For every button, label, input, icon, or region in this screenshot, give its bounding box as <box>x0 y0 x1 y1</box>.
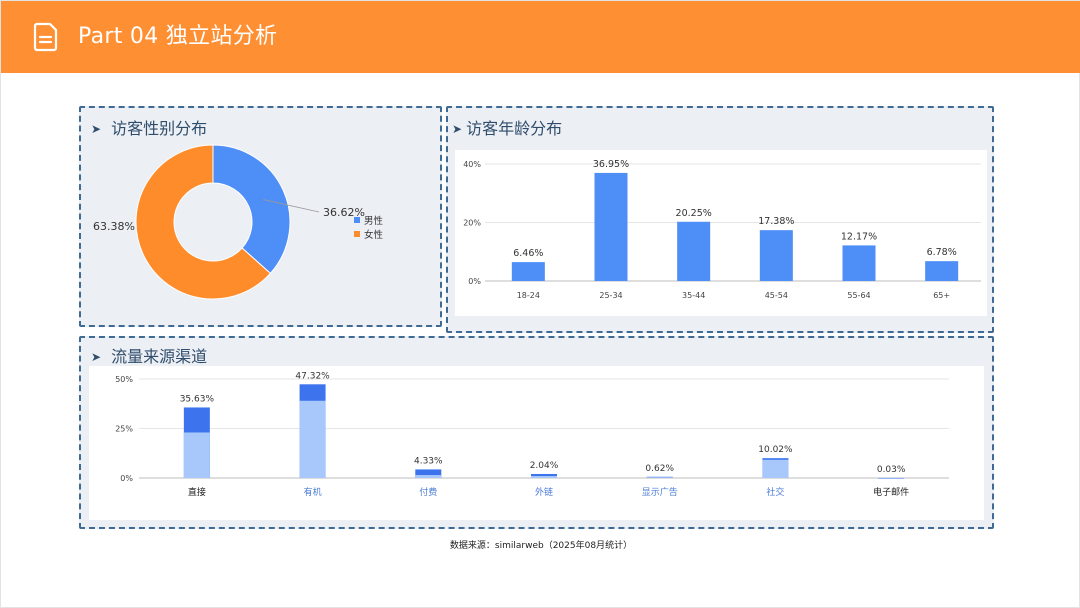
page-title: Part 04 独立站分析 <box>78 24 278 49</box>
age-bar <box>677 221 711 281</box>
traffic-x-label: 社交 <box>766 486 784 498</box>
traffic-bar-bottom <box>531 476 557 478</box>
traffic-bar-chart: 50% 25% 0% 35.63% 直接 47.32% 有机 4.33% 付费 2.04% 外链 0.… <box>115 371 949 498</box>
y-tick-label: 0% <box>120 474 133 483</box>
traffic-bar-bottom <box>183 432 210 478</box>
age-panel: ➤ 访客年龄分布 40% 20% 0% 6.46% 18-24 36.95% 25-34 20.… <box>446 106 994 333</box>
arrow-icon: ➤ <box>452 122 463 136</box>
age-value-label: 12.17% <box>841 231 877 242</box>
traffic-bar-top <box>878 477 905 479</box>
y-tick-label: 0% <box>468 277 481 286</box>
gender-donut-chart: 36.62%63.38% 男性女性 <box>93 144 384 300</box>
traffic-panel: ➤ 流量来源渠道 50% 25% 0% 35.63% 直接 47.32% 有机 4.33% 付费 2… <box>79 336 994 529</box>
traffic-value-label: 10.02% <box>758 445 793 455</box>
legend-swatch-1 <box>354 217 360 223</box>
traffic-bar-bottom <box>646 477 673 478</box>
age-value-label: 6.78% <box>927 247 957 258</box>
arrow-icon: ➤ <box>91 122 102 136</box>
slice-label-female: 63.38% <box>93 220 135 233</box>
age-bar <box>511 262 545 281</box>
age-value-label: 36.95% <box>593 159 629 170</box>
traffic-value-label: 2.04% <box>530 461 559 471</box>
traffic-chart-area: 50% 25% 0% 35.63% 直接 47.32% 有机 4.33% 付费 2.04% 外链 0.… <box>89 366 984 520</box>
traffic-x-label: 显示广告 <box>642 486 678 498</box>
traffic-bar-bottom <box>415 475 442 478</box>
age-panel-title: ➤ 访客年龄分布 <box>452 118 562 141</box>
y-tick-label: 20% <box>463 219 481 228</box>
age-value-label: 17.38% <box>758 216 794 227</box>
legend-swatch-2 <box>354 231 360 237</box>
traffic-value-label: 35.63% <box>180 394 215 404</box>
traffic-x-label: 有机 <box>304 486 322 498</box>
age-x-label: 65+ <box>933 291 950 300</box>
age-title-text: 访客年龄分布 <box>466 119 563 138</box>
age-x-label: 18-24 <box>517 291 540 300</box>
gender-panel: ➤ 访客性别分布 36.62% 63.38% 男性 女性 <box>79 106 442 327</box>
traffic-value-label: 47.32% <box>295 371 330 381</box>
age-value-label: 6.46% <box>513 248 543 259</box>
document-icon <box>33 22 58 52</box>
traffic-value-label: 4.33% <box>414 456 443 466</box>
age-bar-chart: 40% 20% 0% 6.46% 18-24 36.95% 25-34 20.25% 35-44… <box>463 159 981 300</box>
donut-slice-1 <box>212 144 291 275</box>
traffic-x-label: 付费 <box>419 486 437 498</box>
legend-label-2: 女性 <box>364 229 384 241</box>
y-tick-label: 25% <box>115 425 133 434</box>
age-bar <box>925 261 959 281</box>
traffic-x-label: 电子邮件 <box>873 486 909 498</box>
header-bar: Part 04 独立站分析 <box>1 1 1080 73</box>
arrow-icon: ➤ <box>91 350 102 364</box>
traffic-value-label: 0.03% <box>877 465 906 475</box>
age-bar <box>759 230 793 281</box>
legend-label-1: 男性 <box>364 215 384 227</box>
age-x-label: 55-64 <box>847 291 870 300</box>
age-value-label: 20.25% <box>676 208 712 219</box>
traffic-bar-bottom <box>299 400 326 478</box>
traffic-x-label: 外链 <box>535 486 553 498</box>
age-x-label: 45-54 <box>765 291 788 300</box>
age-x-label: 25-34 <box>599 291 622 300</box>
y-tick-label: 50% <box>115 375 133 384</box>
gender-title-text: 访客性别分布 <box>111 119 208 138</box>
traffic-title-text: 流量来源渠道 <box>111 347 208 366</box>
age-x-label: 35-44 <box>682 291 705 300</box>
age-bar <box>594 172 628 281</box>
traffic-bar-bottom <box>762 459 789 478</box>
age-chart-area: 40% 20% 0% 6.46% 18-24 36.95% 25-34 20.25% 35-44… <box>455 150 987 316</box>
traffic-x-label: 直接 <box>188 486 206 498</box>
data-source-note: 数据来源：similarweb（2025年08月统计） <box>449 541 633 551</box>
slide: Part 04 独立站分析 ➤ 访客性别分布 36.62% 63.38% 男性 女性 ➤… <box>0 0 1080 608</box>
gender-panel-title: ➤ 访客性别分布 <box>91 118 207 141</box>
y-tick-label: 40% <box>463 160 481 169</box>
traffic-value-label: 0.62% <box>645 464 674 474</box>
age-bar <box>842 245 876 281</box>
